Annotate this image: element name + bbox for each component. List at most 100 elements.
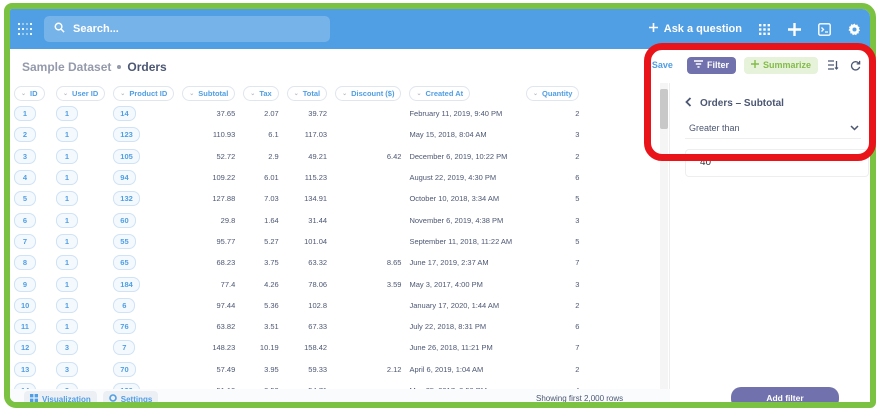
table-cell[interactable]: 1 bbox=[52, 252, 109, 273]
table-cell[interactable]: 12 bbox=[10, 337, 52, 358]
fk-link-pill[interactable]: 1 bbox=[56, 255, 78, 271]
table-cell[interactable]: 1 bbox=[52, 316, 109, 337]
visualization-button[interactable]: Visualization bbox=[24, 391, 97, 402]
table-cell[interactable]: 6 bbox=[10, 209, 52, 230]
column-header[interactable]: ⌄ User ID bbox=[52, 83, 109, 103]
fk-link-pill[interactable]: 60 bbox=[113, 212, 136, 228]
table-cell[interactable]: 1 bbox=[52, 209, 109, 230]
table-cell[interactable]: 1 bbox=[52, 273, 109, 294]
fk-link-pill[interactable]: 184 bbox=[113, 276, 140, 292]
table-cell[interactable]: 9 bbox=[10, 273, 52, 294]
table-cell[interactable]: 1 bbox=[52, 188, 109, 209]
table-cell[interactable]: 14 bbox=[10, 380, 52, 389]
table-row[interactable]: 8 1 65 68.23 3.75 63.32 8.65 June 17, 2019, 2:3… bbox=[10, 252, 583, 273]
fk-link-pill[interactable]: 132 bbox=[113, 191, 140, 207]
table-cell[interactable]: 60 bbox=[109, 209, 178, 230]
fk-link-pill[interactable]: 9 bbox=[14, 276, 36, 292]
fk-link-pill[interactable]: 123 bbox=[113, 127, 140, 143]
table-cell[interactable]: 1 bbox=[52, 103, 109, 124]
table-cell[interactable]: 1 bbox=[52, 124, 109, 145]
fk-link-pill[interactable]: 7 bbox=[14, 233, 36, 249]
fk-link-pill[interactable]: 76 bbox=[113, 319, 136, 335]
table-cell[interactable]: 184 bbox=[109, 273, 178, 294]
fk-link-pill[interactable]: 1 bbox=[56, 170, 78, 186]
add-filter-button[interactable]: Add filter bbox=[731, 387, 839, 402]
column-header-pill[interactable]: ⌄ Tax bbox=[243, 85, 279, 101]
table-cell[interactable]: 1 bbox=[52, 146, 109, 167]
table-cell[interactable]: 7 bbox=[109, 337, 178, 358]
table-cell[interactable]: 8 bbox=[10, 252, 52, 273]
table-row[interactable]: 12 3 7 148.23 10.19 158.42 June 26, 2018, 11:2… bbox=[10, 337, 583, 358]
table-cell[interactable]: 1 bbox=[52, 295, 109, 316]
table-row[interactable]: 11 1 76 63.82 3.51 67.33 July 22, 2018, 8:31 P… bbox=[10, 316, 583, 337]
table-cell[interactable]: 13 bbox=[10, 359, 52, 380]
column-header-pill[interactable]: ⌄ User ID bbox=[56, 85, 106, 101]
fk-link-pill[interactable]: 2 bbox=[14, 127, 36, 143]
fk-link-pill[interactable]: 6 bbox=[113, 297, 136, 313]
fk-link-pill[interactable]: 105 bbox=[113, 148, 140, 164]
fk-link-pill[interactable]: 11 bbox=[14, 319, 36, 335]
table-cell[interactable]: 132 bbox=[109, 188, 178, 209]
fk-link-pill[interactable]: 13 bbox=[14, 361, 37, 377]
column-header[interactable]: ⌄ Discount ($) bbox=[331, 83, 405, 103]
table-cell[interactable]: 3 bbox=[10, 146, 52, 167]
table-cell[interactable]: 94 bbox=[109, 167, 178, 188]
fk-link-pill[interactable]: 1 bbox=[56, 191, 78, 207]
metabase-logo-icon[interactable] bbox=[10, 9, 40, 49]
table-row[interactable]: 14313951.193.5254.71 May 25, 2017, 8:50 P… bbox=[10, 380, 583, 389]
column-header[interactable]: ⌄ Created At bbox=[405, 83, 521, 103]
fk-link-pill[interactable]: 3 bbox=[56, 340, 78, 356]
table-cell[interactable]: 1 bbox=[52, 167, 109, 188]
column-header-pill[interactable]: ⌄ ID bbox=[14, 85, 45, 101]
table-cell[interactable]: 1 bbox=[52, 231, 109, 252]
table-row[interactable]: 3 1 105 52.72 2.9 49.21 6.42 December 6, 2019, … bbox=[10, 146, 583, 167]
search-input[interactable] bbox=[73, 23, 313, 35]
table-cell[interactable]: 1 bbox=[10, 103, 52, 124]
fk-link-pill[interactable]: 3 bbox=[56, 361, 78, 377]
fk-link-pill[interactable]: 1 bbox=[56, 276, 78, 292]
table-cell[interactable]: 11 bbox=[10, 316, 52, 337]
fk-link-pill[interactable]: 1 bbox=[14, 106, 36, 122]
fk-link-pill[interactable]: 94 bbox=[113, 170, 136, 186]
fk-link-pill[interactable]: 14 bbox=[113, 106, 136, 122]
fk-link-pill[interactable]: 1 bbox=[56, 297, 78, 313]
sql-editor-icon[interactable] bbox=[816, 21, 832, 37]
settings-button[interactable]: Settings bbox=[102, 391, 159, 402]
column-header[interactable]: ⌄ Product ID bbox=[109, 83, 178, 103]
fk-link-pill[interactable]: 55 bbox=[113, 233, 136, 249]
fk-link-pill[interactable]: 10 bbox=[14, 297, 37, 313]
fk-link-pill[interactable]: 1 bbox=[56, 319, 78, 335]
column-header-pill[interactable]: ⌄ Quantity bbox=[526, 85, 580, 101]
column-header[interactable]: ⌄ Subtotal bbox=[178, 83, 239, 103]
column-header-pill[interactable]: ⌄ Created At bbox=[409, 85, 471, 101]
table-row[interactable]: 13 3 70 57.49 3.95 59.33 2.12 April 6, 2019, 1:… bbox=[10, 359, 583, 380]
table-cell[interactable]: 139 bbox=[109, 380, 178, 389]
table-cell[interactable]: 105 bbox=[109, 146, 178, 167]
fk-link-pill[interactable]: 8 bbox=[14, 255, 36, 271]
table-cell[interactable]: 76 bbox=[109, 316, 178, 337]
table-cell[interactable]: 55 bbox=[109, 231, 178, 252]
table-row[interactable]: 1 1 14 37.65 2.07 39.72 February 11, 2019, 9:4… bbox=[10, 103, 583, 124]
column-header-pill[interactable]: ⌄ Discount ($) bbox=[335, 85, 402, 101]
fk-link-pill[interactable]: 7 bbox=[113, 340, 136, 356]
table-row[interactable]: 4 1 94 109.22 6.01 115.23 August 22, 2019, 4:3… bbox=[10, 167, 583, 188]
table-cell[interactable]: 3 bbox=[52, 337, 109, 358]
fk-link-pill[interactable]: 70 bbox=[113, 361, 136, 377]
column-header[interactable]: ⌄ Tax bbox=[239, 83, 282, 103]
table-row[interactable]: 7 1 55 95.77 5.27 101.04 September 11, 2018, 1… bbox=[10, 231, 583, 252]
fk-link-pill[interactable]: 1 bbox=[56, 148, 78, 164]
grid-icon[interactable] bbox=[756, 21, 772, 37]
table-cell[interactable]: 123 bbox=[109, 124, 178, 145]
table-row[interactable]: 10 1 6 97.44 5.36 102.8 January 17, 2020, 1:44… bbox=[10, 295, 583, 316]
breadcrumb-database[interactable]: Sample Dataset bbox=[22, 60, 111, 74]
fk-link-pill[interactable]: 1 bbox=[56, 106, 78, 122]
fk-link-pill[interactable]: 3 bbox=[14, 148, 36, 164]
fk-link-pill[interactable]: 4 bbox=[14, 170, 36, 186]
add-plus-icon[interactable] bbox=[786, 21, 802, 37]
table-cell[interactable]: 2 bbox=[10, 124, 52, 145]
column-header-pill[interactable]: ⌄ Total bbox=[286, 85, 328, 101]
ask-question-button[interactable]: Ask a question bbox=[648, 23, 742, 35]
table-cell[interactable]: 5 bbox=[10, 188, 52, 209]
table-cell[interactable]: 4 bbox=[10, 167, 52, 188]
fk-link-pill[interactable]: 1 bbox=[56, 212, 78, 228]
